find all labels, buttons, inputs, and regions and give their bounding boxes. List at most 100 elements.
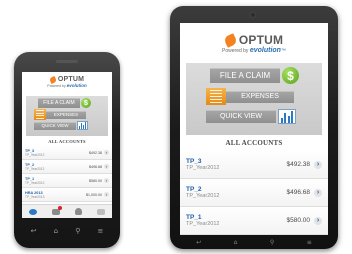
account-info: TP_2 TP_Year2012: [25, 163, 44, 171]
expenses-label: EXPENSES: [46, 110, 86, 119]
account-name: HRA 2013: [25, 190, 43, 195]
account-balance-group: $580.00 ›: [89, 178, 109, 183]
phone-screen: OPTUM Powered by evolution FILE A CLAIM …: [22, 72, 112, 218]
chevron-right-icon[interactable]: ›: [104, 178, 109, 183]
chevron-right-icon[interactable]: ›: [104, 150, 109, 155]
more-tab-icon[interactable]: [96, 208, 105, 215]
home-tab-icon[interactable]: [29, 208, 38, 215]
expenses-label: EXPENSES: [226, 90, 294, 103]
bar-chart-icon: [77, 121, 88, 130]
account-name: TP_2: [186, 186, 202, 193]
account-balance-group: $496.68 ›: [286, 188, 322, 197]
home-icon[interactable]: ⌂: [234, 239, 238, 246]
account-balance-group: $492.38 ›: [287, 160, 322, 169]
chevron-right-icon[interactable]: ›: [314, 216, 322, 225]
product-name: evolution: [66, 83, 87, 88]
search-icon[interactable]: ⚲: [270, 239, 274, 246]
account-row[interactable]: TP_2 TP_Year2012 $496.68 ›: [180, 179, 328, 207]
account-row[interactable]: TP_1 TP_Year2012 $580.00 ›: [180, 207, 328, 235]
account-info: TP_3 TP_Year2012: [25, 149, 44, 157]
account-info: TP_3 TP_Year2012: [186, 158, 219, 171]
back-icon[interactable]: ↩: [31, 227, 37, 235]
file-claim-button[interactable]: FILE A CLAIM $: [30, 98, 104, 108]
account-info: TP_2 TP_Year2012: [186, 186, 219, 199]
account-row[interactable]: TP_1 TP_Year2012 $580.00 ›: [22, 174, 112, 188]
tablet-camera: [250, 12, 256, 18]
account-balance: $496.68: [89, 164, 102, 169]
account-row[interactable]: TP_3 TP_Year2012 $492.38 ›: [180, 151, 328, 179]
account-balance-group: $1,000.00 ›: [86, 192, 109, 197]
document-icon: [206, 88, 226, 105]
accounts-heading: ALL ACCOUNTS: [48, 139, 86, 144]
phone-tab-bar: [22, 204, 112, 218]
menu-icon[interactable]: ≡: [98, 227, 104, 235]
accounts-heading: ALL ACCOUNTS: [225, 139, 283, 147]
quick-view-button[interactable]: QUICK VIEW: [192, 109, 316, 124]
account-info: TP_1 TP_Year2012: [25, 177, 44, 185]
file-claim-label: FILE A CLAIM: [210, 68, 280, 83]
messages-tab-icon[interactable]: [52, 205, 63, 215]
account-balance: $1,000.00: [86, 192, 102, 197]
product-name: evolution: [249, 47, 281, 54]
account-row[interactable]: HRA 2013 TP_Year2013 $1,000.00 ›: [22, 188, 112, 202]
trademark-mark: ™: [280, 48, 286, 54]
account-balance: $496.68: [286, 189, 311, 196]
account-plan-year: TP_Year2012: [25, 152, 45, 157]
account-balance: $580.00: [286, 217, 311, 224]
powered-by-line: Powered by evolution: [47, 83, 86, 88]
phone-account-list: TP_3 TP_Year2012 $492.38 › TP_2 TP_Year2012 $4…: [22, 146, 112, 202]
profile-tab-icon[interactable]: [74, 208, 82, 215]
search-icon[interactable]: ⚲: [75, 227, 80, 235]
chevron-right-icon[interactable]: ›: [104, 164, 109, 169]
document-icon: [34, 109, 46, 120]
phone-device: OPTUM Powered by evolution FILE A CLAIM …: [14, 52, 120, 248]
powered-by-label: Powered by: [222, 48, 249, 54]
quick-view-label: QUICK VIEW: [206, 110, 276, 123]
account-balance-group: $492.38 ›: [89, 150, 109, 155]
menu-icon[interactable]: ≡: [307, 239, 312, 246]
chevron-right-icon[interactable]: ›: [314, 188, 322, 197]
account-balance-group: $580.00 ›: [286, 216, 322, 225]
quick-view-label: QUICK VIEW: [34, 121, 76, 130]
optum-logo-icon: [225, 35, 236, 46]
file-claim-label: FILE A CLAIM: [38, 98, 80, 108]
quick-view-button[interactable]: QUICK VIEW: [30, 121, 104, 130]
account-info: HRA 2013 TP_Year2013: [25, 191, 44, 199]
account-info: TP_1 TP_Year2012: [186, 214, 219, 227]
dollar-icon: $: [282, 67, 299, 84]
optum-logo-icon: [50, 77, 56, 83]
brand-name: OPTUM: [57, 76, 85, 83]
phone-menu-panel: FILE A CLAIM $ EXPENSES QUICK VIEW: [26, 96, 108, 136]
powered-by-line: Powered by evolution ™: [222, 47, 286, 54]
account-name: TP_3: [186, 158, 202, 165]
account-plan-year: TP_Year2012: [186, 221, 220, 227]
phone-soft-keys: ↩ ⌂ ⚲ ≡: [22, 224, 112, 238]
bar-chart-icon: [278, 109, 296, 124]
brand-name: OPTUM: [238, 33, 284, 47]
account-plan-year: TP_Year2012: [25, 166, 45, 171]
chevron-right-icon[interactable]: ›: [314, 160, 322, 169]
tablet-device: OPTUM Powered by evolution ™ FILE A CLAIM…: [170, 6, 338, 249]
chevron-right-icon[interactable]: ›: [104, 192, 109, 197]
tablet-account-list: TP_3 TP_Year2012 $492.38 › TP_2 TP_Year2012 $4…: [180, 151, 328, 235]
expenses-button[interactable]: EXPENSES: [30, 109, 104, 120]
account-plan-year: TP_Year2012: [25, 180, 45, 185]
home-icon[interactable]: ⌂: [54, 227, 58, 235]
phone-speaker: [56, 60, 78, 63]
expenses-button[interactable]: EXPENSES: [192, 88, 316, 105]
account-balance: $492.38: [89, 150, 102, 155]
tablet-screen: OPTUM Powered by evolution ™ FILE A CLAIM…: [180, 23, 328, 235]
account-name: TP_1: [186, 214, 202, 221]
phone-logo: OPTUM Powered by evolution: [22, 72, 112, 96]
notification-badge-icon: [58, 205, 63, 210]
file-claim-button[interactable]: FILE A CLAIM $: [192, 67, 316, 84]
account-row[interactable]: TP_2 TP_Year2012 $496.68 ›: [22, 160, 112, 174]
back-icon[interactable]: ↩: [196, 239, 201, 246]
tablet-logo: OPTUM Powered by evolution ™: [180, 23, 328, 63]
account-balance: $580.00: [89, 178, 102, 183]
tablet-menu-panel: FILE A CLAIM $ EXPENSES QUICK VIEW: [186, 63, 322, 135]
dollar-icon: $: [81, 98, 91, 108]
account-plan-year: TP_Year2012: [186, 193, 220, 199]
account-row[interactable]: TP_3 TP_Year2012 $492.38 ›: [22, 146, 112, 160]
powered-by-label: Powered by: [47, 84, 66, 88]
